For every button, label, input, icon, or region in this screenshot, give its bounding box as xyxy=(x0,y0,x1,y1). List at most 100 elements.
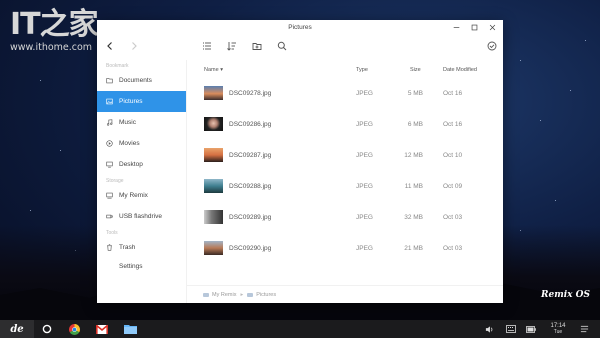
column-header-date[interactable]: Date Modified xyxy=(443,67,477,73)
title-bar[interactable]: Pictures xyxy=(97,20,503,36)
file-type: JPEG xyxy=(356,183,373,190)
sidebar-item-my-remix[interactable]: My Remix xyxy=(97,185,186,206)
watermark-logo: IT之家 xyxy=(10,7,99,42)
file-row[interactable]: DSC09278.jpg JPEG 5 MB Oct 16 xyxy=(187,80,503,111)
file-size: 5 MB xyxy=(407,90,423,97)
thumbnail-dusk xyxy=(204,148,223,162)
file-name: DSC09288.jpg xyxy=(229,183,272,190)
check-circle-icon[interactable] xyxy=(486,40,498,52)
sidebar-item-usb-flashdrive[interactable]: USB flashdrive xyxy=(97,206,186,227)
file-date: Oct 16 xyxy=(443,90,463,97)
notification-menu-icon[interactable] xyxy=(578,320,590,338)
clock[interactable]: 17:14 Tue xyxy=(546,320,570,338)
picture-icon xyxy=(106,98,113,105)
file-size: 12 MB xyxy=(404,152,423,159)
file-type: JPEG xyxy=(356,121,373,128)
file-name: DSC09287.jpg xyxy=(229,152,272,159)
usb-icon xyxy=(106,213,113,220)
folder-icon xyxy=(106,77,113,84)
breadcrumb-item[interactable]: My Remix xyxy=(203,292,236,298)
battery-icon xyxy=(525,320,537,338)
home-circle-icon[interactable] xyxy=(40,320,54,338)
file-type: JPEG xyxy=(356,90,373,97)
column-header-size[interactable]: Size xyxy=(410,67,421,73)
file-size: 6 MB xyxy=(407,121,423,128)
sidebar-item-settings[interactable]: Settings xyxy=(97,258,186,274)
sort-icon[interactable] xyxy=(226,40,238,52)
breadcrumb: My Remix ▸ Pictures xyxy=(187,285,503,303)
breadcrumb-label: My Remix xyxy=(212,291,237,298)
keyboard-icon[interactable] xyxy=(505,320,517,338)
sidebar-item-documents[interactable]: Documents xyxy=(97,70,186,91)
sidebar-item-movies[interactable]: Movies xyxy=(97,133,186,154)
thumbnail-mountain xyxy=(204,241,223,255)
sidebar-section-storage: Storage xyxy=(106,178,124,184)
music-icon xyxy=(106,119,113,126)
file-type: JPEG xyxy=(356,152,373,159)
thumbnail-room xyxy=(204,210,223,224)
sidebar-item-label: Music xyxy=(119,119,136,126)
file-type: JPEG xyxy=(356,245,373,252)
file-row[interactable]: DSC09290.jpg JPEG 21 MB Oct 03 xyxy=(187,235,503,266)
file-row[interactable]: DSC09289.jpg JPEG 32 MB Oct 03 xyxy=(187,204,503,235)
file-row[interactable]: DSC09288.jpg JPEG 11 MB Oct 09 xyxy=(187,173,503,204)
watermark-url: www.ithome.com xyxy=(10,42,93,53)
list-view-icon[interactable] xyxy=(201,40,213,52)
column-header-type[interactable]: Type xyxy=(356,67,368,73)
file-date: Oct 09 xyxy=(443,183,463,190)
sidebar-item-label: Movies xyxy=(119,140,140,147)
trash-icon xyxy=(106,244,113,251)
file-name: DSC09278.jpg xyxy=(229,90,272,97)
start-button[interactable]: de xyxy=(0,320,34,338)
file-row[interactable]: DSC09286.jpg JPEG 6 MB Oct 16 xyxy=(187,111,503,142)
sidebar-item-label: Documents xyxy=(119,77,152,84)
toolbar xyxy=(97,36,503,56)
breadcrumb-separator: ▸ xyxy=(240,291,244,298)
remix-os-logo: Remix OS xyxy=(541,290,590,300)
search-icon[interactable] xyxy=(276,40,288,52)
sidebar-item-trash[interactable]: Trash xyxy=(97,237,186,258)
new-folder-icon[interactable] xyxy=(251,40,263,52)
maximize-icon[interactable] xyxy=(470,23,479,32)
file-list: Name ▾ Type Size Date Modified DSC09278.… xyxy=(186,60,503,303)
gmail-icon[interactable] xyxy=(95,320,109,338)
clock-day: Tue xyxy=(553,328,563,335)
sidebar-item-label: Pictures xyxy=(119,98,143,105)
thumbnail-lake xyxy=(204,179,223,193)
breadcrumb-label: Pictures xyxy=(256,291,277,298)
folder-icon xyxy=(247,292,254,297)
chevron-right-icon[interactable] xyxy=(128,40,140,52)
close-icon[interactable] xyxy=(488,23,497,32)
taskbar: de 17:14 Tue xyxy=(0,320,600,338)
file-date: Oct 03 xyxy=(443,245,463,252)
movie-icon xyxy=(106,140,113,147)
computer-icon xyxy=(106,192,113,199)
sidebar-item-label: Settings xyxy=(119,262,143,270)
column-header-name[interactable]: Name ▾ xyxy=(204,67,223,73)
sidebar-section-bookmark: Bookmark xyxy=(106,63,129,69)
chevron-left-icon[interactable] xyxy=(104,40,116,52)
sidebar-item-label: USB flashdrive xyxy=(119,213,162,220)
sidebar-item-music[interactable]: Music xyxy=(97,112,186,133)
volume-icon[interactable] xyxy=(483,320,495,338)
desktop-icon xyxy=(106,161,113,168)
sidebar: Bookmark Documents Pictures Music Movies… xyxy=(97,60,186,303)
file-date: Oct 03 xyxy=(443,214,463,221)
file-row[interactable]: DSC09287.jpg JPEG 12 MB Oct 10 xyxy=(187,142,503,173)
file-date: Oct 16 xyxy=(443,121,463,128)
start-logo: de xyxy=(10,323,24,335)
sidebar-item-label: Trash xyxy=(119,244,136,251)
sort-down-icon: ▾ xyxy=(220,67,223,73)
sidebar-item-desktop[interactable]: Desktop xyxy=(97,154,186,175)
minimize-icon[interactable] xyxy=(452,23,461,32)
sidebar-item-pictures[interactable]: Pictures xyxy=(97,91,186,112)
file-date: Oct 10 xyxy=(443,152,463,159)
watermark: IT之家 www.ithome.com xyxy=(10,7,99,54)
folder-icon xyxy=(203,292,209,297)
column-header-row: Name ▾ Type Size Date Modified xyxy=(187,60,503,80)
window-title: Pictures xyxy=(288,24,312,31)
file-name: DSC09290.jpg xyxy=(229,245,272,252)
file-manager-icon[interactable] xyxy=(122,320,138,338)
chrome-icon[interactable] xyxy=(67,320,81,338)
breadcrumb-item[interactable]: Pictures xyxy=(247,292,276,298)
